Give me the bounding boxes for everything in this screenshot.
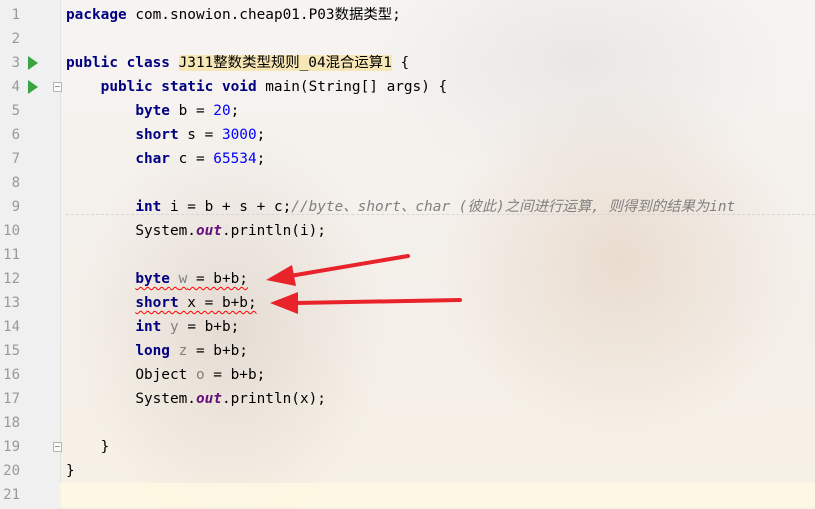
arrow-to-line-13: [270, 292, 462, 314]
annotation-arrows: [266, 254, 462, 314]
arrow-to-line-12: [266, 254, 410, 286]
